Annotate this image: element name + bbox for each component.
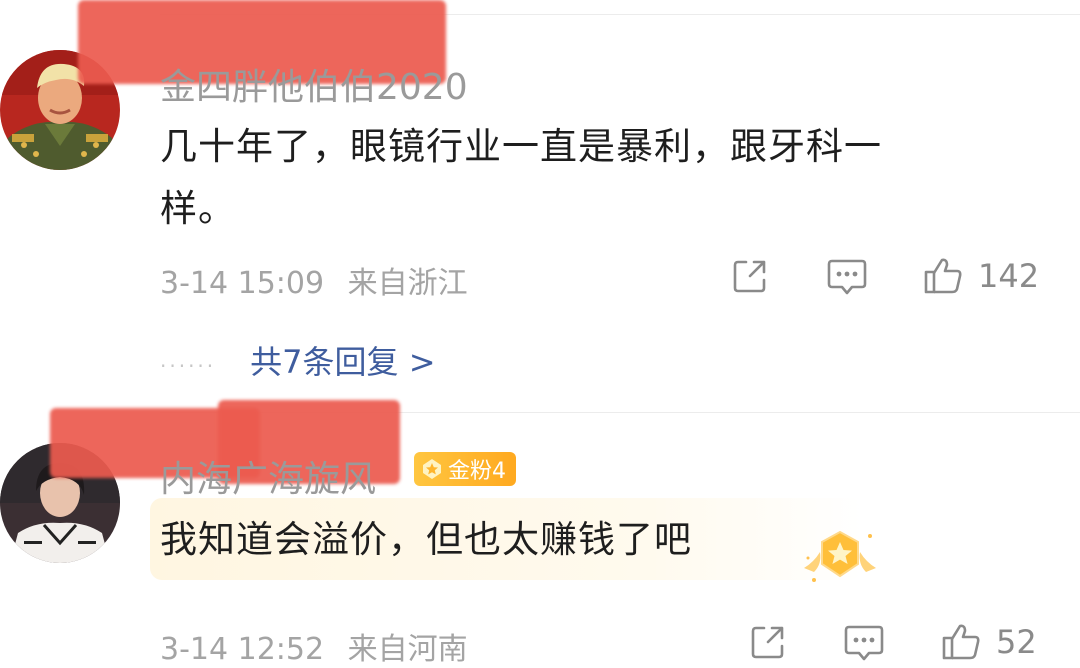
comment-text-line: 几十年了，眼镜行业一直是暴利，跟牙科一 bbox=[160, 125, 882, 168]
like-count: 52 bbox=[996, 623, 1037, 661]
view-replies-link[interactable]: 共7条回复 > bbox=[250, 337, 435, 383]
location: 来自河南 bbox=[347, 632, 468, 667]
like-button[interactable]: 142 bbox=[922, 255, 1039, 297]
share-button[interactable] bbox=[730, 256, 770, 296]
comment-text-line: 我知道会溢价，但也太赚钱了吧 bbox=[160, 518, 692, 561]
replies-dots: ...... bbox=[160, 348, 217, 372]
location: 来自浙江 bbox=[347, 266, 468, 301]
like-button[interactable]: 52 bbox=[940, 621, 1037, 663]
share-icon bbox=[733, 260, 766, 293]
like-count: 142 bbox=[978, 257, 1040, 295]
star-badge-icon bbox=[423, 459, 441, 479]
comment-button[interactable] bbox=[826, 257, 868, 297]
share-icon bbox=[751, 626, 784, 659]
replies-row[interactable]: ...... 共7条回复 > bbox=[160, 337, 436, 383]
comment-meta: 3-14 12:52 来自河南 bbox=[160, 624, 468, 668]
timestamp: 3-14 15:09 bbox=[160, 266, 325, 301]
thumbs-up-icon bbox=[942, 624, 980, 660]
username[interactable]: 内海广海旋风 bbox=[160, 450, 376, 502]
comment-button[interactable] bbox=[843, 623, 885, 663]
comment-text-line: 样。 bbox=[160, 187, 236, 230]
thumbs-up-icon bbox=[924, 258, 962, 294]
comment-icon bbox=[827, 259, 867, 295]
comment-text: 几十年了，眼镜行业一直是暴利，跟牙科一 样。 bbox=[160, 116, 882, 240]
gold-medal-icon bbox=[804, 530, 876, 582]
timestamp: 3-14 12:52 bbox=[160, 632, 325, 667]
share-button[interactable] bbox=[748, 622, 788, 662]
fan-badge[interactable]: 金粉4 bbox=[414, 452, 516, 486]
comment-meta: 3-14 15:09 来自浙江 bbox=[160, 258, 468, 302]
badge-label: 金粉4 bbox=[448, 459, 506, 484]
username[interactable]: 金四胖他伯伯2020 bbox=[160, 58, 468, 110]
comment-icon bbox=[844, 625, 884, 661]
comment-text: 我知道会溢价，但也太赚钱了吧 bbox=[160, 509, 692, 571]
